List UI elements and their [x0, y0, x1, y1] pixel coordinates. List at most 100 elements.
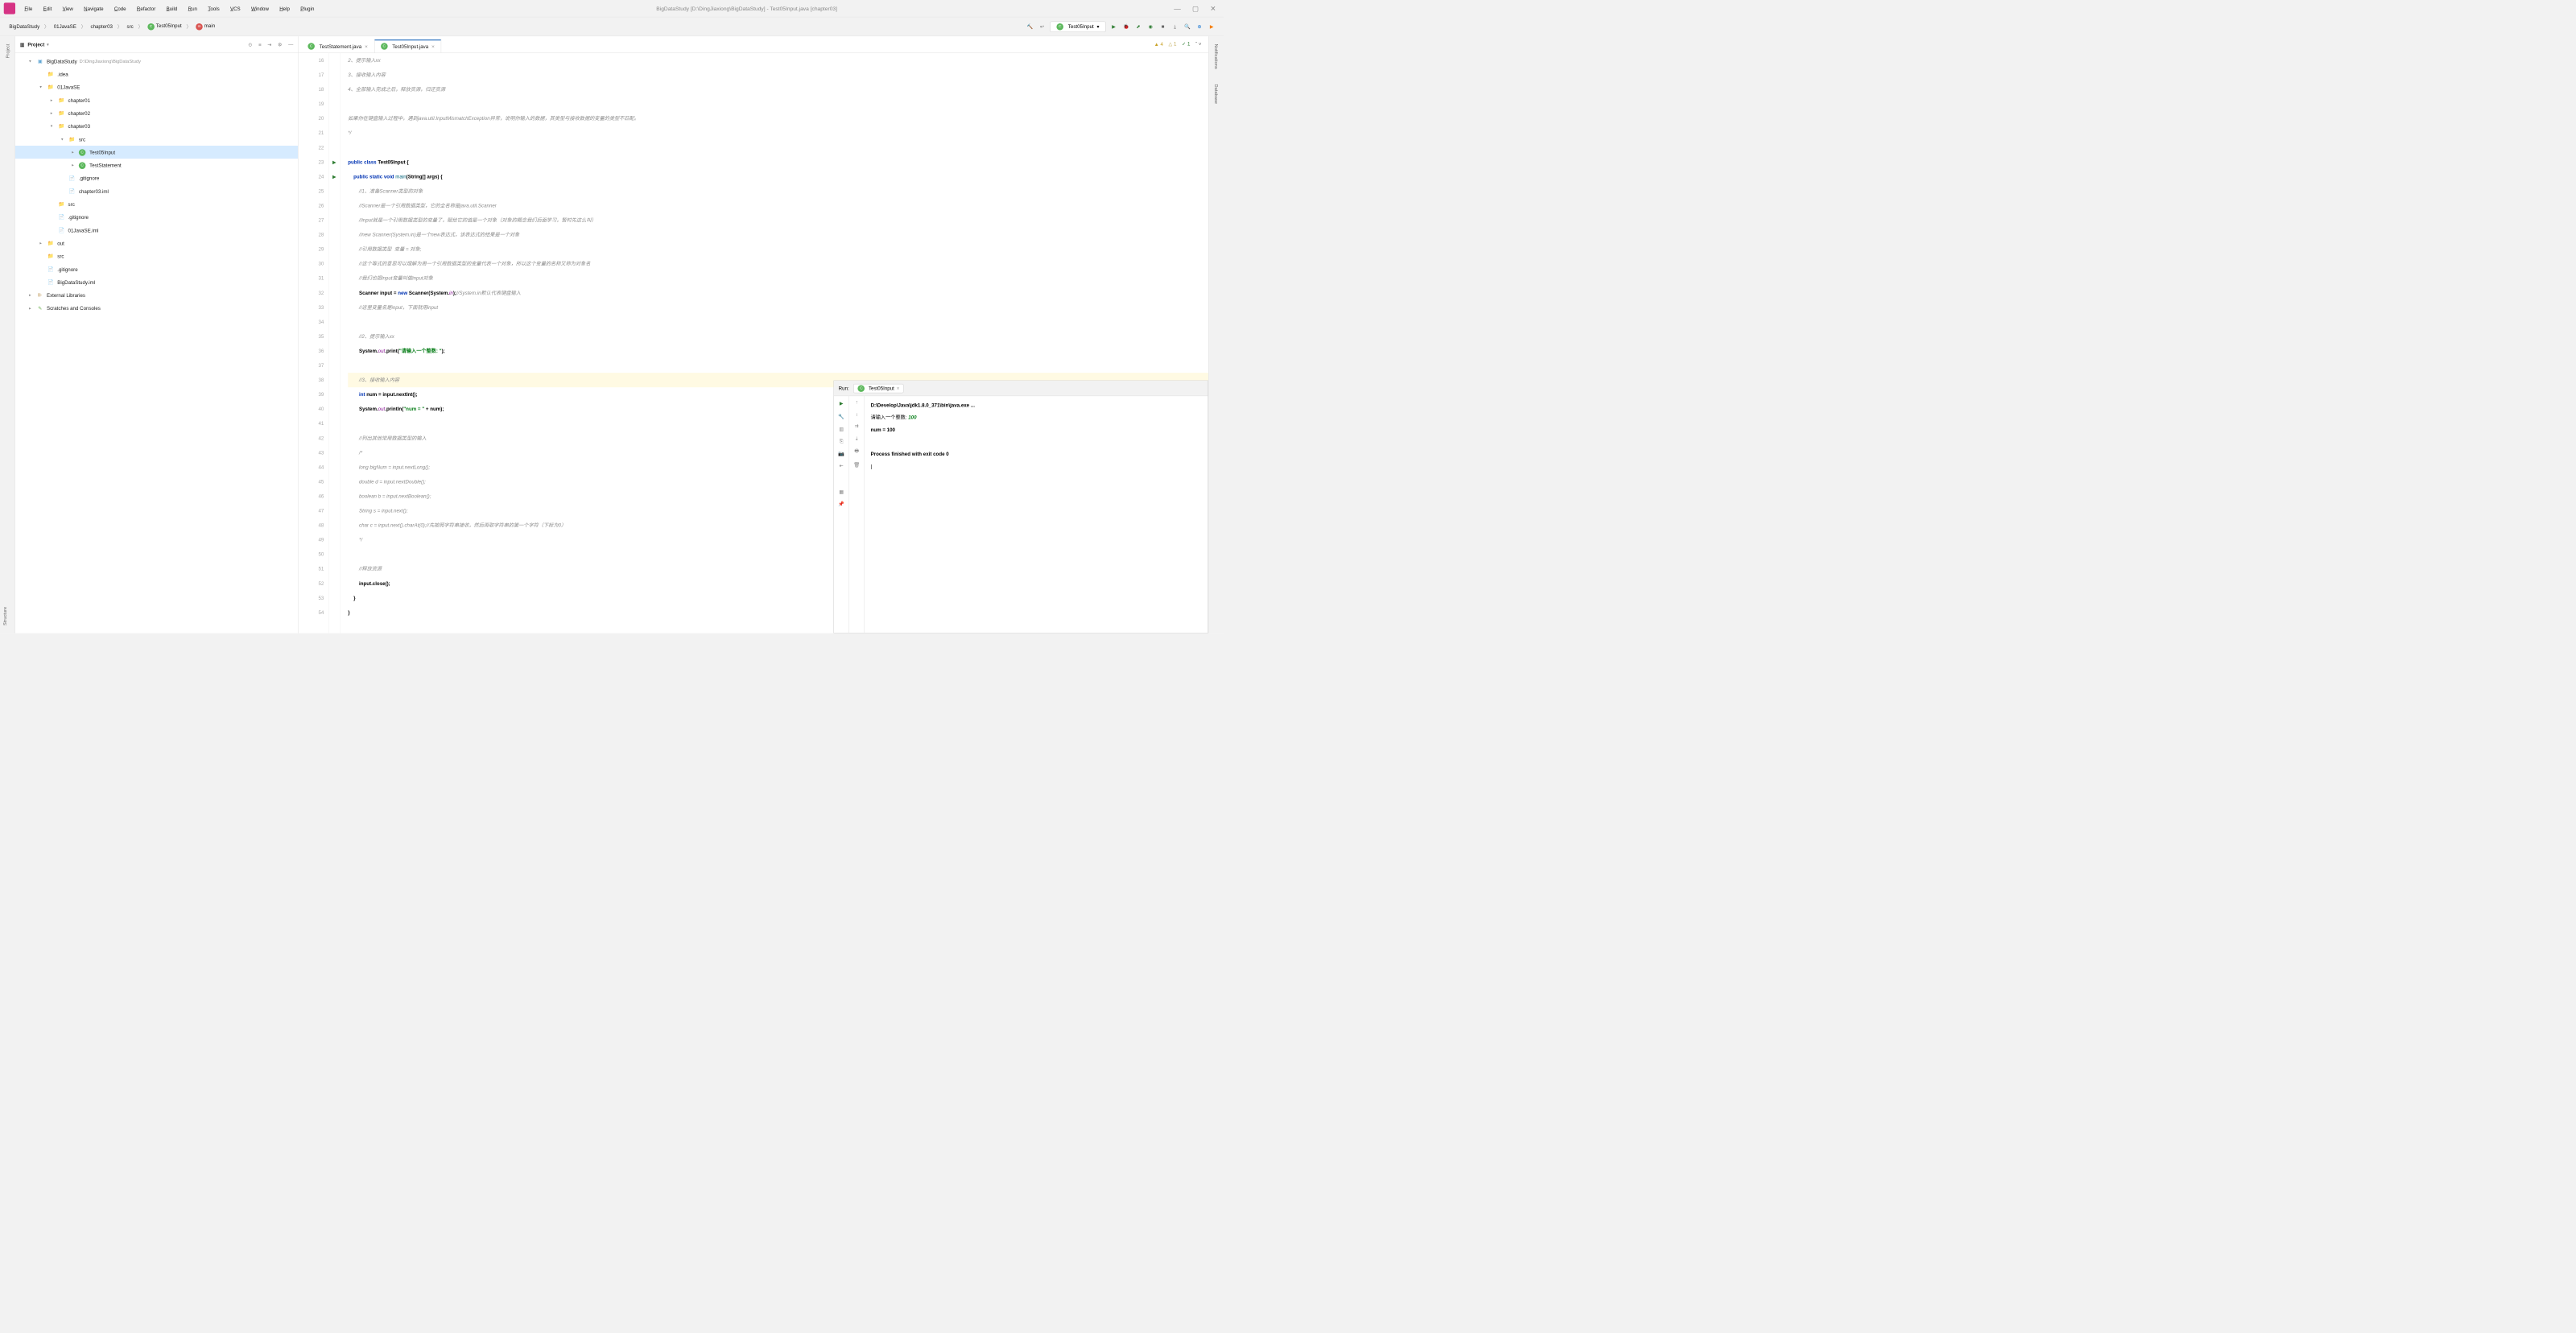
menu-view[interactable]: View [57, 6, 79, 11]
breadcrumb-item[interactable]: chapter03 [89, 23, 114, 31]
exit-icon[interactable]: ⇤ [840, 463, 844, 469]
tree-item-external-libraries[interactable]: ▸⊪External Libraries [15, 289, 298, 302]
stop-icon[interactable]: ■ [1158, 23, 1166, 31]
minimize-icon[interactable]: — [1174, 4, 1181, 12]
notifications-tool-tab[interactable]: Notifications [1213, 40, 1219, 73]
ide-errors-icon[interactable]: ▶ [1208, 23, 1216, 31]
breadcrumb-item[interactable]: BigDataStudy [8, 23, 42, 31]
run-toolbar-primary: ▶ 🔧 ▥ ⎘ 📷 ⇤ ▦ 📌 [834, 396, 849, 633]
dump-threads-icon[interactable]: ⎘ [840, 438, 844, 444]
rerun-icon[interactable]: ▶ [837, 399, 845, 407]
maximize-icon[interactable]: ▢ [1192, 4, 1199, 12]
editor-tab[interactable]: CTestStatement.java× [301, 39, 374, 53]
tree-item-bigdatastudy-iml[interactable]: 📄BigDataStudy.iml [15, 275, 298, 288]
navigation-bar: BigDataStudy〉01JavaSE〉chapter03〉src〉CTes… [0, 17, 1224, 36]
tree-item-scratches-and-consoles[interactable]: ▸✎Scratches and Consoles [15, 302, 298, 315]
menu-help[interactable]: Help [275, 6, 295, 11]
soft-wrap-icon[interactable]: ⇉ [855, 423, 859, 429]
run-tab[interactable]: C Test05Input × [853, 384, 903, 393]
menu-code[interactable]: Code [109, 6, 131, 11]
coverage-icon[interactable]: ⬈ [1134, 23, 1142, 31]
weak-warning-count: 1 [1174, 41, 1176, 47]
tree-item--gitignore[interactable]: 📄.gitignore [15, 211, 298, 224]
project-panel-header: ▦ Project ▾ ⊙ ≡ ⇥ ⚙ — [15, 36, 298, 53]
project-tool-tab[interactable]: Project [5, 40, 10, 62]
gutter-icons[interactable]: ▶▶ [329, 53, 341, 633]
settings-icon[interactable]: ⚙ [278, 42, 283, 48]
tree-item-01javase-iml[interactable]: 📄01JavaSE.iml [15, 224, 298, 237]
menu-run[interactable]: Run [183, 6, 203, 11]
run-icon[interactable]: ▶ [1109, 23, 1117, 31]
line-number-gutter[interactable]: 1617181920212223242526272829303132333435… [299, 53, 329, 633]
tree-item-out[interactable]: ▸📁out [15, 237, 298, 250]
structure-tool-tab[interactable]: Structure [0, 603, 10, 629]
collapse-all-icon[interactable]: ⇥ [267, 42, 271, 48]
menu-file[interactable]: File [19, 6, 38, 11]
tree-item-chapter02[interactable]: ▸📁chapter02 [15, 107, 298, 120]
sync-icon[interactable]: ⊕ [1195, 23, 1203, 31]
tree-item-chapter03[interactable]: ▾📁chapter03 [15, 120, 298, 133]
search-everywhere-icon[interactable]: 🔍 [1183, 23, 1191, 31]
breadcrumb-item[interactable]: CTest05Input [146, 23, 183, 31]
select-opened-file-icon[interactable]: ⊙ [248, 42, 252, 48]
down-stack-icon[interactable]: ↓ [856, 411, 858, 417]
menu-build[interactable]: Build [161, 6, 183, 11]
tree-item--idea[interactable]: 📁.idea [15, 68, 298, 80]
menu-vcs[interactable]: VCS [225, 6, 246, 11]
tree-item-01javase[interactable]: ▾📁01JavaSE [15, 80, 298, 93]
tree-item-chapter01[interactable]: ▸📁chapter01 [15, 93, 298, 106]
tree-item-teststatement[interactable]: ▸CTestStatement [15, 159, 298, 171]
breadcrumb-item[interactable]: 01JavaSE [52, 23, 78, 31]
view-mode-icon[interactable]: ▦ [839, 489, 844, 495]
layout-icon[interactable]: ▥ [839, 426, 844, 432]
pin-icon[interactable]: 📌 [838, 501, 844, 507]
tree-item--gitignore[interactable]: 📄.gitignore [15, 171, 298, 184]
run-toolbar-secondary: ↑ ↓ ⇉ ⤓ 🖶 🗑 [849, 396, 865, 633]
menu-window[interactable]: Window [246, 6, 274, 11]
git-update-icon[interactable]: ⤓ [1170, 23, 1179, 31]
chevron-up-down-icon[interactable]: ˆ ˅ [1195, 41, 1201, 47]
menu-refactor[interactable]: Refactor [131, 6, 161, 11]
debug-icon[interactable]: 🐞 [1122, 23, 1130, 31]
back-icon[interactable]: ↩ [1038, 23, 1046, 31]
run-console-output[interactable]: D:\Develop\Java\jdk1.8.0_371\bin\java.ex… [865, 396, 1208, 633]
close-tab-icon[interactable]: × [431, 43, 435, 50]
menu-plugin[interactable]: Plugin [295, 6, 320, 11]
app-icon [4, 2, 15, 14]
profiler-icon[interactable]: ◉ [1146, 23, 1154, 31]
tree-item-src[interactable]: 📁src [15, 250, 298, 262]
project-tree[interactable]: ▾▣BigDataStudyD:\DingJiaxiong\BigDataStu… [15, 53, 298, 633]
tree-item-chapter03-iml[interactable]: 📄chapter03.iml [15, 184, 298, 197]
camera-icon[interactable]: 📷 [838, 451, 844, 457]
close-tab-icon[interactable]: × [897, 386, 900, 391]
tree-item--gitignore[interactable]: 📄.gitignore [15, 262, 298, 275]
breadcrumb-item[interactable]: mmain [194, 23, 217, 31]
hide-icon[interactable]: — [288, 42, 293, 48]
run-config-selector[interactable]: C Test05Input ▾ [1050, 21, 1105, 31]
tree-item-src[interactable]: ▾📁src [15, 133, 298, 146]
scroll-to-end-icon[interactable]: ⤓ [856, 435, 858, 442]
warning-count: 4 [1160, 41, 1162, 47]
up-stack-icon[interactable]: ↑ [856, 399, 858, 405]
clear-all-icon[interactable]: 🗑 [853, 462, 860, 468]
stop-icon[interactable]: 🔧 [838, 414, 844, 420]
close-tab-icon[interactable]: × [365, 43, 368, 50]
inspection-widget[interactable]: ▲ 4 △ 1 ✓ 1 ˆ ˅ [1151, 39, 1204, 48]
editor-tabs: CTestStatement.java×CTest05Input.java× [299, 36, 1209, 53]
tree-item-src[interactable]: 📁src [15, 198, 298, 211]
project-view-icon: ▦ [20, 42, 25, 48]
print-icon[interactable]: 🖶 [854, 448, 859, 456]
database-tool-tab[interactable]: Database [1213, 80, 1219, 108]
chevron-down-icon[interactable]: ▾ [47, 42, 49, 47]
menu-edit[interactable]: Edit [38, 6, 57, 11]
menu-tools[interactable]: Tools [203, 6, 225, 11]
editor-tab[interactable]: CTest05Input.java× [374, 39, 441, 53]
run-config-label: Test05Input [1068, 23, 1094, 29]
close-icon[interactable]: ✕ [1210, 4, 1216, 12]
tree-item-bigdatastudy[interactable]: ▾▣BigDataStudyD:\DingJiaxiong\BigDataStu… [15, 55, 298, 68]
expand-all-icon[interactable]: ≡ [258, 42, 262, 48]
build-icon[interactable]: 🔨 [1026, 23, 1034, 31]
breadcrumb-item[interactable]: src [126, 23, 135, 31]
menu-navigate[interactable]: Navigate [79, 6, 109, 11]
tree-item-test05input[interactable]: ▸CTest05Input [15, 146, 298, 159]
